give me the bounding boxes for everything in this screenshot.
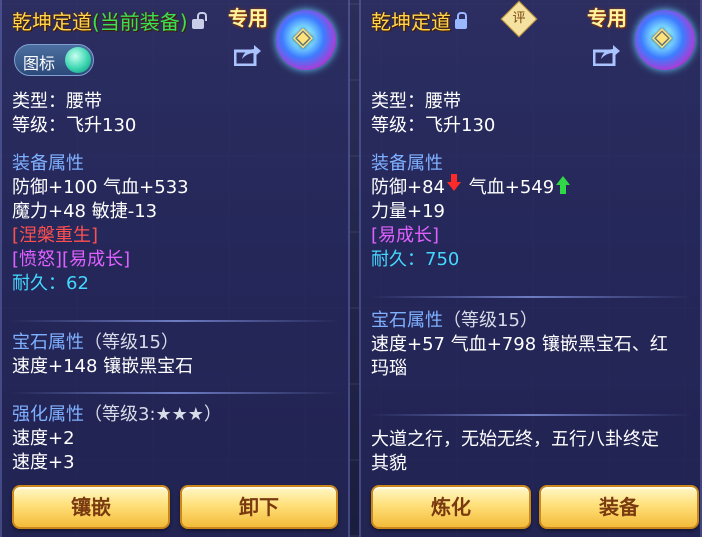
- gem-level: （等级15）: [443, 310, 538, 331]
- share-icon[interactable]: [234, 44, 262, 66]
- enhance-section: 强化属性（等级3:★★★） 速度+2 速度+3: [12, 403, 340, 475]
- attr-line: 魔力+48 敏捷-13: [12, 201, 158, 222]
- durability-line: 耐久：62: [12, 272, 340, 296]
- enhance-header-line: 强化属性（等级3:★★★）: [12, 403, 340, 427]
- gem-header-line: 宝石属性（等级15）: [371, 309, 692, 333]
- special-effect: [愤怒][易成长]: [12, 249, 131, 270]
- emblem-icon: [635, 10, 695, 70]
- inlay-button[interactable]: 镶嵌: [12, 485, 170, 529]
- description-line: 其貌: [371, 453, 407, 474]
- divider: [10, 392, 340, 394]
- gem-section: 宝石属性（等级15） 速度+57 气血+798 镶嵌黑宝石、红 玛瑙: [371, 309, 692, 381]
- icon-toggle-label: 图标: [23, 54, 56, 73]
- divider: [369, 414, 692, 416]
- enhance-header: 强化属性: [12, 404, 84, 425]
- gem-line: 玛瑙: [371, 358, 407, 379]
- attr-header: 装备属性: [371, 153, 443, 174]
- equip-button[interactable]: 装备: [539, 485, 699, 529]
- gem-level: （等级15）: [84, 332, 179, 353]
- enhance-level: （等级3:★★★）: [84, 404, 222, 425]
- equipped-tag: (当前装备): [92, 10, 188, 34]
- description-section: 大道之行，无始无终，五行八卦终定 其貌: [371, 428, 692, 476]
- lock-open-icon[interactable]: [191, 11, 207, 29]
- rate-badge-label: 评: [512, 11, 526, 26]
- equipped-item-tooltip: 乾坤定道(当前装备) 专用 图标 类型：腰带 等级：飞升130 装备属性 防御+…: [0, 0, 350, 537]
- item-title: 乾坤定道: [371, 6, 467, 35]
- attr-line: 防御+100 气血+533: [12, 177, 189, 198]
- item-name: 乾坤定道: [12, 10, 92, 34]
- enhance-line: 速度+3: [12, 452, 75, 473]
- gem-line: 速度+57 气血+798 镶嵌黑宝石、红: [371, 334, 668, 355]
- item-info: 类型：腰带 等级：飞升130 装备属性 防御+100 气血+533 魔力+48 …: [12, 90, 340, 296]
- lock-icon[interactable]: [455, 11, 467, 29]
- attr-line: 力量+19: [371, 201, 445, 222]
- gem-header: 宝石属性: [12, 332, 84, 353]
- toggle-knob: [65, 47, 91, 73]
- share-icon[interactable]: [593, 44, 621, 66]
- gem-line: 速度+148 镶嵌黑宝石: [12, 356, 194, 377]
- refine-button[interactable]: 炼化: [371, 485, 531, 529]
- gem-section: 宝石属性（等级15） 速度+148 镶嵌黑宝石: [12, 331, 340, 379]
- divider: [10, 320, 340, 322]
- special-effect: [易成长]: [371, 225, 440, 246]
- durability-value: 750: [425, 249, 460, 270]
- item-name: 乾坤定道: [371, 10, 451, 34]
- exclusive-label: 专用: [228, 6, 268, 30]
- icon-toggle[interactable]: 图标: [14, 44, 94, 76]
- rate-badge-icon[interactable]: 评: [500, 0, 538, 38]
- gem-header: 宝石属性: [371, 310, 443, 331]
- hp-stat: 气血+549: [468, 177, 555, 198]
- emblem-icon: [276, 10, 336, 70]
- attr-line: 防御+84 气血+549: [371, 174, 692, 200]
- description-line: 大道之行，无始无终，五行八卦终定: [371, 429, 659, 450]
- compare-item-tooltip: 乾坤定道 评 专用 类型：腰带 等级：飞升130 装备属性 防御+84 气血+5…: [359, 0, 702, 537]
- stat-up-arrow-icon: [556, 176, 571, 194]
- attr-header: 装备属性: [12, 153, 84, 174]
- divider: [369, 296, 692, 298]
- enhance-line: 速度+2: [12, 428, 75, 449]
- unequip-button[interactable]: 卸下: [180, 485, 338, 529]
- gem-header-line: 宝石属性（等级15）: [12, 331, 340, 355]
- type-line: 类型：腰带: [12, 91, 102, 112]
- defense-stat: 防御+84: [371, 177, 445, 198]
- durability-line: 耐久：750: [371, 248, 692, 272]
- level-line: 等级：飞升130: [371, 115, 496, 136]
- item-info: 类型：腰带 等级：飞升130 装备属性 防御+84 气血+549 力量+19 […: [371, 90, 692, 272]
- type-line: 类型：腰带: [371, 91, 461, 112]
- durability-label: 耐久：: [12, 273, 66, 294]
- stat-down-arrow-icon: [447, 174, 461, 191]
- special-effect: [涅槃重生]: [12, 225, 99, 246]
- exclusive-label: 专用: [587, 6, 627, 30]
- level-line: 等级：飞升130: [12, 115, 137, 136]
- item-title: 乾坤定道(当前装备): [12, 6, 207, 35]
- durability-label: 耐久：: [371, 249, 425, 270]
- durability-value: 62: [66, 273, 89, 294]
